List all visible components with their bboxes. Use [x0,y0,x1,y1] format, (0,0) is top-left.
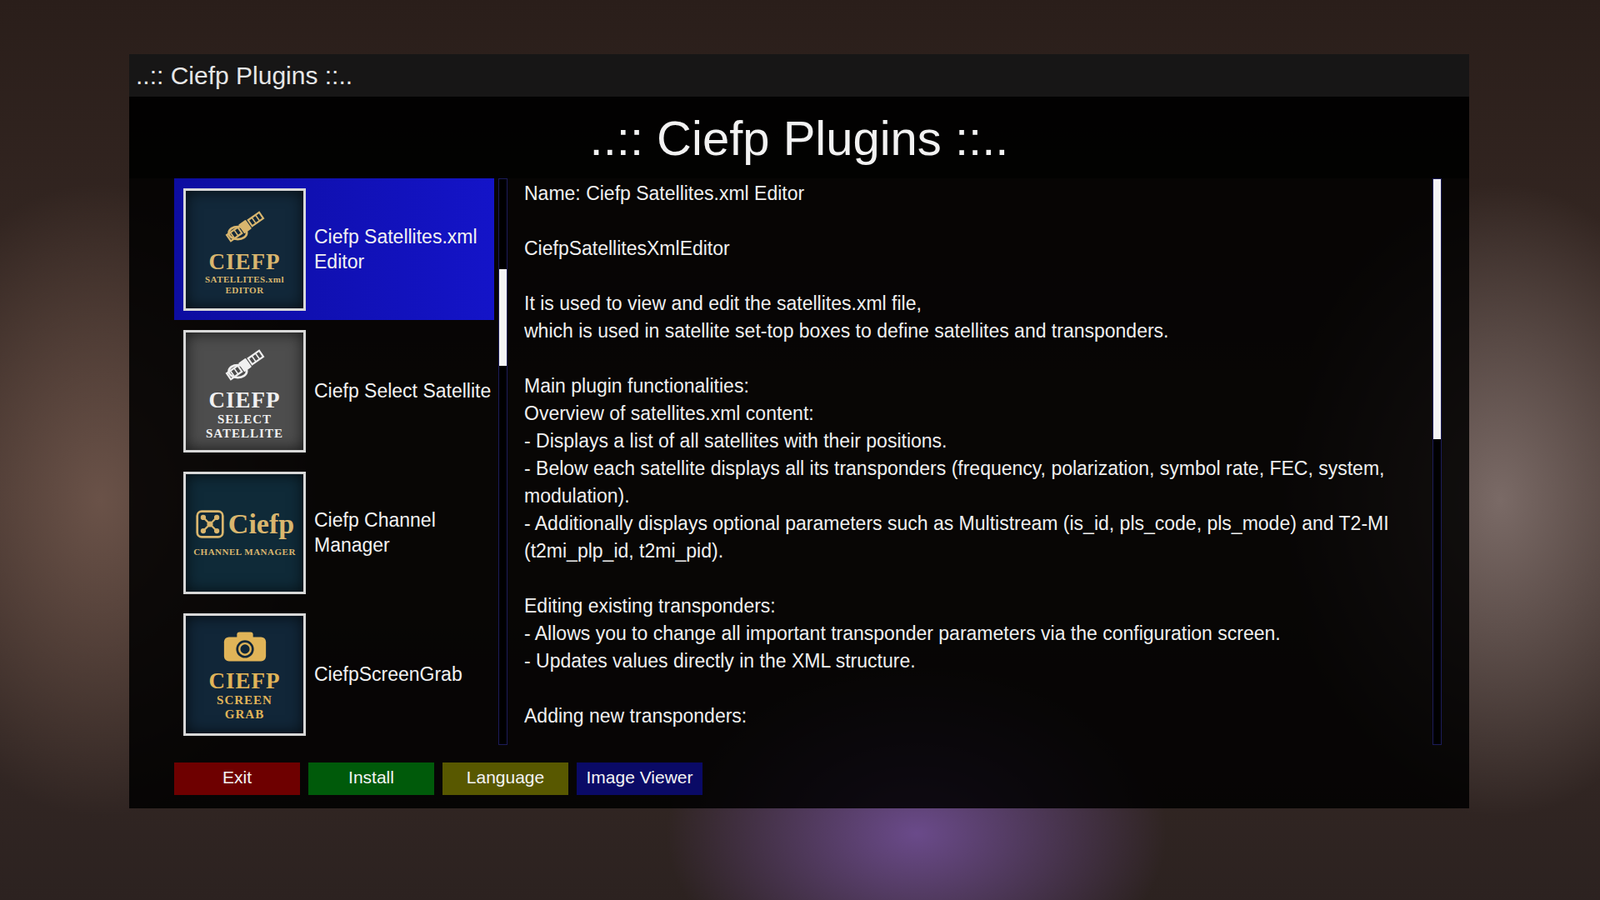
description-line: CiefpSatellitesXmlEditor [524,235,1429,263]
logo-text: CIEFP [209,250,281,274]
logo-subtext: SCREEN [216,694,273,707]
description-line: - Additionally displays optional paramet… [524,510,1429,565]
description-line: It is used to view and edit the satellit… [524,290,1429,318]
logo-text: CIEFP [209,389,281,412]
logo-subtext: SELECT [217,413,272,426]
description-paragraph: Name: Ciefp Satellites.xml Editor [524,180,1429,208]
plugin-logo: CIEFPSELECTSATELLITE [183,330,306,453]
satellite-icon [217,204,273,250]
button-bar: ExitInstallLanguageImage Viewer [129,762,1470,795]
color-button[interactable]: Exit [174,762,300,795]
plugin-list: CIEFPSATELLITES.xmlEDITORCiefp Satellite… [174,178,495,745]
window-title: ..:: Ciefp Plugins ::.. [135,61,353,90]
plugin-name: Ciefp Satellites.xml Editor [314,224,495,275]
plugin-logo: CIEFPSATELLITES.xmlEDITOR [183,188,306,311]
logo-text: Ciefp [228,510,295,539]
plugin-name: Ciefp Select Satellite [314,378,495,404]
description-line: which is used in satellite set-top boxes… [524,317,1429,345]
logo-subtext: CHANNEL MANAGER [193,547,296,557]
description-line: - Below each satellite displays all its … [524,455,1429,510]
plugin-item[interactable]: CIEFPSCREENGRAB CiefpScreenGrab [174,603,495,745]
plugin-logo: Ciefp CHANNEL MANAGER [183,471,306,595]
description-paragraph: Editing existing transponders:- Allows y… [524,592,1429,675]
window-body: ..:: Ciefp Plugins ::..CIEFPSATELLITES.x… [129,96,1470,809]
color-button[interactable]: Language [442,762,569,795]
description-paragraph: Main plugin functionalities:Overview of … [524,372,1429,565]
logo-subtext: SATELLITES.xml [205,275,285,285]
scrollbar-thumb[interactable] [499,269,507,365]
logo-subtext: EDITOR [225,285,264,295]
description-paragraph: CiefpSatellitesXmlEditor [524,235,1429,263]
description-line: Main plugin functionalities: [524,372,1429,400]
description-line: - Displays a list of all satellites with… [524,427,1429,455]
plugin-name: CiefpScreenGrab [314,661,495,687]
content: CIEFPSATELLITES.xmlEDITORCiefp Satellite… [129,178,1470,745]
plugin-item[interactable]: Ciefp CHANNEL MANAGER Ciefp Channel Manage… [174,461,495,604]
description-line: Adding new transponders: [524,702,1429,730]
description-scrollbar[interactable] [1432,178,1442,745]
logo-subtext: SATELLITE [205,427,284,440]
network-icon [195,509,225,540]
color-button[interactable]: Install [308,762,435,795]
description-line: Overview of satellites.xml content: [524,400,1429,428]
logo-text: CIEFP [209,670,281,693]
camera-icon [220,628,270,665]
description-line: - Allows you to change all important tra… [524,620,1429,648]
plugin-item[interactable]: CIEFPSATELLITES.xmlEDITORCiefp Satellite… [174,178,495,320]
scrollbar-thumb[interactable] [1433,179,1441,440]
plugin-window: ..:: Ciefp Plugins ::....:: Ciefp Plugin… [129,54,1470,809]
satellite-icon [217,342,273,388]
color-button[interactable]: Image Viewer [576,762,703,795]
list-scrollbar[interactable] [498,178,508,745]
plugin-item[interactable]: CIEFPSELECTSATELLITE Ciefp Select Satelli… [174,320,495,462]
heading: ..:: Ciefp Plugins ::.. [129,96,1470,179]
logo-subtext: GRAB [225,708,265,721]
description-line: Editing existing transponders: [524,592,1429,620]
title-bar: ..:: Ciefp Plugins ::.. [129,54,1470,97]
description-line: Name: Ciefp Satellites.xml Editor [524,180,1429,208]
plugin-name: Ciefp Channel Manager [314,507,495,558]
plugin-logo: CIEFPSCREENGRAB [183,613,306,736]
description: Name: Ciefp Satellites.xml Editor CiefpSa… [524,178,1429,745]
logo-row: Ciefp [195,509,295,540]
description-paragraph: Adding new transponders: [524,702,1429,730]
video-background: ..:: Ciefp Plugins ::....:: Ciefp Plugin… [0,0,1600,900]
description-line: - Updates values directly in the XML str… [524,647,1429,675]
description-paragraph: It is used to view and edit the satellit… [524,290,1429,345]
